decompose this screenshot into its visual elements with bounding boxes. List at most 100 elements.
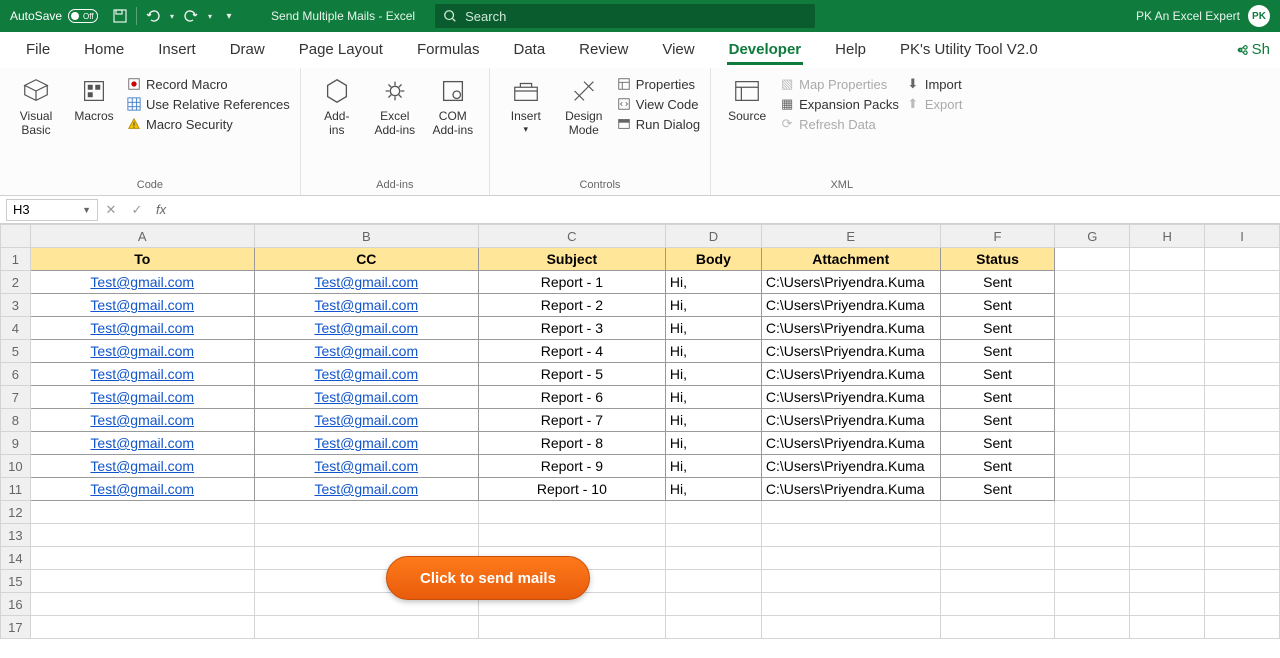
cell[interactable] bbox=[1055, 363, 1130, 386]
cell[interactable] bbox=[1130, 455, 1205, 478]
cell[interactable] bbox=[1130, 271, 1205, 294]
cell-to[interactable]: Test@gmail.com bbox=[30, 478, 254, 501]
cell[interactable] bbox=[940, 547, 1055, 570]
toggle-off-icon[interactable]: Off bbox=[68, 9, 98, 23]
cell[interactable] bbox=[1055, 386, 1130, 409]
cell[interactable] bbox=[1055, 478, 1130, 501]
row-header[interactable]: 14 bbox=[1, 547, 31, 570]
cell[interactable] bbox=[665, 501, 761, 524]
cell-subject[interactable]: Report - 6 bbox=[478, 386, 665, 409]
cell-subject[interactable]: Report - 3 bbox=[478, 317, 665, 340]
cell[interactable] bbox=[478, 616, 665, 639]
email-link[interactable]: Test@gmail.com bbox=[90, 274, 194, 290]
cell[interactable] bbox=[940, 501, 1055, 524]
email-link[interactable]: Test@gmail.com bbox=[314, 320, 418, 336]
cell-attachment[interactable]: C:\Users\Priyendra.Kuma bbox=[761, 294, 940, 317]
cell[interactable] bbox=[1205, 386, 1280, 409]
cell[interactable] bbox=[478, 524, 665, 547]
cell[interactable] bbox=[761, 547, 940, 570]
cell[interactable] bbox=[1130, 363, 1205, 386]
cell[interactable] bbox=[1205, 616, 1280, 639]
cell[interactable] bbox=[1205, 409, 1280, 432]
cell-attachment[interactable]: C:\Users\Priyendra.Kuma bbox=[761, 363, 940, 386]
tab-data[interactable]: Data bbox=[497, 35, 561, 64]
cell[interactable] bbox=[1130, 340, 1205, 363]
row-header[interactable]: 13 bbox=[1, 524, 31, 547]
table-header[interactable]: Body bbox=[665, 248, 761, 271]
email-link[interactable]: Test@gmail.com bbox=[314, 481, 418, 497]
cell[interactable] bbox=[1130, 432, 1205, 455]
tab-file[interactable]: File bbox=[10, 35, 66, 64]
tab-developer[interactable]: Developer bbox=[713, 35, 818, 64]
cell-subject[interactable]: Report - 2 bbox=[478, 294, 665, 317]
email-link[interactable]: Test@gmail.com bbox=[90, 435, 194, 451]
cell[interactable] bbox=[1130, 317, 1205, 340]
row-header[interactable]: 4 bbox=[1, 317, 31, 340]
cell-to[interactable]: Test@gmail.com bbox=[30, 271, 254, 294]
cell[interactable] bbox=[665, 616, 761, 639]
avatar[interactable]: PK bbox=[1248, 5, 1270, 27]
cell[interactable] bbox=[1130, 524, 1205, 547]
cell-status[interactable]: Sent bbox=[940, 386, 1055, 409]
cell[interactable] bbox=[761, 570, 940, 593]
row-header[interactable]: 9 bbox=[1, 432, 31, 455]
cell[interactable] bbox=[1055, 340, 1130, 363]
table-header[interactable]: CC bbox=[254, 248, 478, 271]
cell-subject[interactable]: Report - 4 bbox=[478, 340, 665, 363]
cell-cc[interactable]: Test@gmail.com bbox=[254, 317, 478, 340]
table-header[interactable]: Attachment bbox=[761, 248, 940, 271]
email-link[interactable]: Test@gmail.com bbox=[314, 343, 418, 359]
addins-button[interactable]: Add- ins bbox=[311, 72, 363, 138]
cell[interactable] bbox=[665, 570, 761, 593]
cell[interactable] bbox=[254, 524, 478, 547]
cell-body[interactable]: Hi, bbox=[665, 271, 761, 294]
cell[interactable] bbox=[1205, 317, 1280, 340]
cell[interactable] bbox=[1130, 409, 1205, 432]
cell[interactable] bbox=[30, 570, 254, 593]
cell[interactable] bbox=[1130, 547, 1205, 570]
cell-attachment[interactable]: C:\Users\Priyendra.Kuma bbox=[761, 409, 940, 432]
cell[interactable] bbox=[1055, 593, 1130, 616]
cell-cc[interactable]: Test@gmail.com bbox=[254, 455, 478, 478]
cell[interactable] bbox=[1055, 524, 1130, 547]
cell[interactable] bbox=[30, 593, 254, 616]
cell-to[interactable]: Test@gmail.com bbox=[30, 294, 254, 317]
cell[interactable] bbox=[761, 593, 940, 616]
expansion-packs-button[interactable]: ▦Expansion Packs bbox=[779, 96, 899, 112]
worksheet-area[interactable]: ABCDEFGHI 1ToCCSubjectBodyAttachmentStat… bbox=[0, 224, 1280, 658]
cell[interactable] bbox=[1055, 317, 1130, 340]
email-link[interactable]: Test@gmail.com bbox=[314, 412, 418, 428]
import-button[interactable]: ⬇Import bbox=[905, 76, 963, 92]
cell-subject[interactable]: Report - 7 bbox=[478, 409, 665, 432]
cell[interactable] bbox=[1130, 501, 1205, 524]
source-button[interactable]: Source bbox=[721, 72, 773, 124]
cell-attachment[interactable]: C:\Users\Priyendra.Kuma bbox=[761, 317, 940, 340]
cell-body[interactable]: Hi, bbox=[665, 294, 761, 317]
cell-status[interactable]: Sent bbox=[940, 432, 1055, 455]
view-code-button[interactable]: View Code bbox=[616, 96, 700, 112]
cell[interactable] bbox=[1130, 593, 1205, 616]
cell-body[interactable]: Hi, bbox=[665, 409, 761, 432]
insert-control-button[interactable]: Insert▾ bbox=[500, 72, 552, 134]
cell-cc[interactable]: Test@gmail.com bbox=[254, 294, 478, 317]
email-link[interactable]: Test@gmail.com bbox=[90, 412, 194, 428]
formula-input[interactable] bbox=[172, 199, 1280, 221]
relative-refs-button[interactable]: Use Relative References bbox=[126, 96, 290, 112]
cell[interactable] bbox=[1205, 524, 1280, 547]
cell[interactable] bbox=[1055, 570, 1130, 593]
cell[interactable] bbox=[1130, 248, 1205, 271]
cell[interactable] bbox=[1055, 409, 1130, 432]
col-header[interactable]: A bbox=[30, 225, 254, 248]
cell[interactable] bbox=[254, 501, 478, 524]
tab-home[interactable]: Home bbox=[68, 35, 140, 64]
autosave-toggle[interactable]: AutoSave Off bbox=[0, 9, 108, 23]
cell-attachment[interactable]: C:\Users\Priyendra.Kuma bbox=[761, 386, 940, 409]
cell-to[interactable]: Test@gmail.com bbox=[30, 432, 254, 455]
cell-body[interactable]: Hi, bbox=[665, 340, 761, 363]
row-header[interactable]: 17 bbox=[1, 616, 31, 639]
cell-to[interactable]: Test@gmail.com bbox=[30, 455, 254, 478]
col-header[interactable]: C bbox=[478, 225, 665, 248]
run-dialog-button[interactable]: Run Dialog bbox=[616, 116, 700, 132]
cell-cc[interactable]: Test@gmail.com bbox=[254, 340, 478, 363]
email-link[interactable]: Test@gmail.com bbox=[90, 481, 194, 497]
